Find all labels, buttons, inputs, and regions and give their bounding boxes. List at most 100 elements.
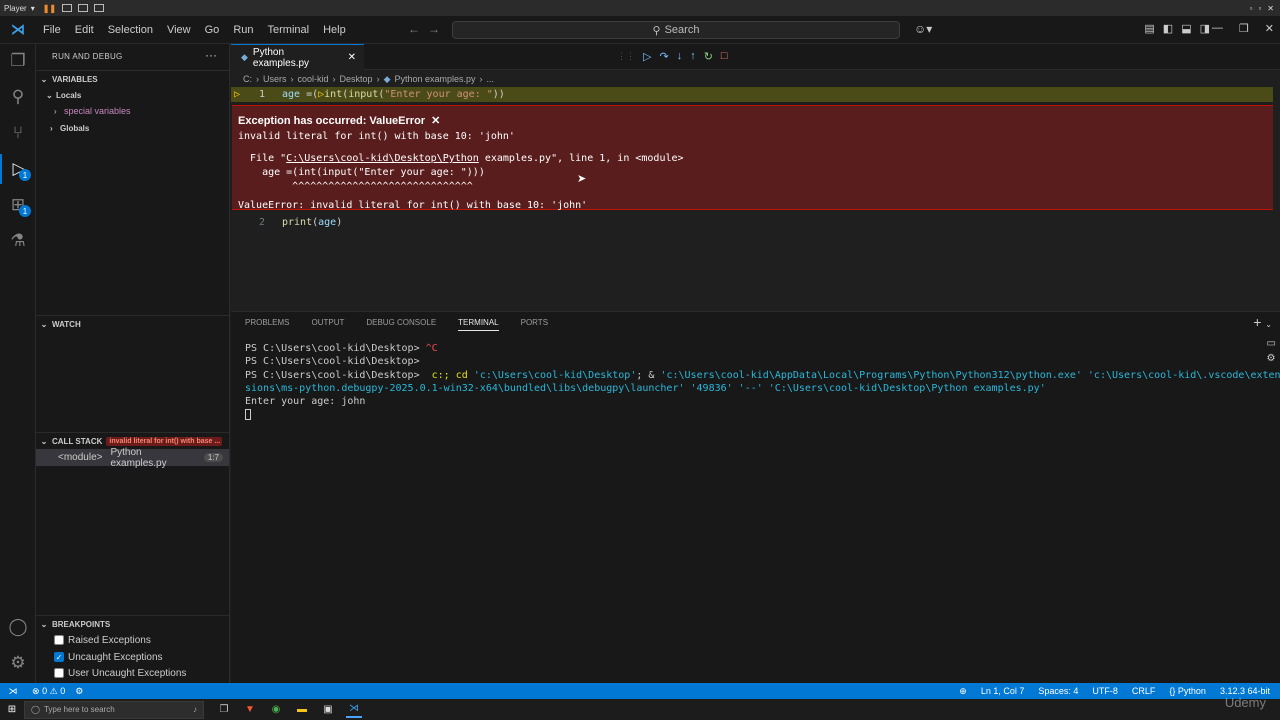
tab-output[interactable]: OUTPUT [311, 318, 344, 331]
terminal-output[interactable]: PS C:\Users\cool-kid\Desktop> ^C PS C:\U… [245, 342, 1280, 422]
menu-run[interactable]: Run [226, 24, 260, 36]
code-line-1[interactable]: ▷ 1 age =(▷int(input("Enter your age: ")… [231, 87, 1273, 102]
breadcrumb-user[interactable]: cool-kid [298, 74, 329, 84]
menu-selection[interactable]: Selection [101, 24, 160, 36]
command-center-search[interactable]: ⚲ Search [452, 21, 900, 39]
back-arrow-icon[interactable]: ← [408, 22, 428, 36]
toggle-panel-icon[interactable]: ⬓ [1181, 22, 1191, 35]
explorer-icon[interactable]: ❐ [0, 46, 36, 76]
task-view-icon[interactable]: ❐ [216, 702, 232, 718]
chevron-down-icon: ⌄ [40, 75, 48, 84]
vm-player-menu[interactable]: Player [0, 4, 31, 13]
breadcrumb-desktop[interactable]: Desktop [340, 74, 373, 84]
checkbox-unchecked[interactable] [54, 635, 64, 645]
language-mode[interactable]: {} Python [1169, 686, 1206, 696]
breakpoint-raised-exceptions[interactable]: Raised Exceptions [54, 632, 151, 648]
window-close-icon[interactable]: ✕ [1265, 22, 1274, 35]
close-tab-icon[interactable]: ✕ [348, 52, 356, 63]
exception-traceback: File "C:\Users\cool-kid\Desktop\Python e… [238, 152, 1267, 194]
zoom-icon[interactable]: ⊕ [959, 686, 967, 697]
close-icon[interactable]: ✕ [1267, 4, 1274, 13]
copilot-icon[interactable]: ☺▾ [914, 22, 932, 36]
accounts-icon[interactable]: ◯ [0, 612, 36, 642]
minimize-icon[interactable]: ▫ [1250, 4, 1253, 13]
window-minimize-icon[interactable]: — [1212, 22, 1223, 35]
editor-tab-python-examples[interactable]: ◆ Python examples.py ✕ [231, 44, 364, 70]
vm-screen-icon[interactable] [62, 4, 73, 12]
file-explorer-icon[interactable]: ▬ [294, 702, 310, 718]
menu-view[interactable]: View [160, 24, 198, 36]
maximize-icon[interactable]: ▫ [1258, 4, 1261, 13]
search-view-icon[interactable]: ⚲ [0, 82, 36, 112]
pause-icon[interactable]: ❚❚ [43, 4, 56, 13]
store-icon[interactable]: ▣ [320, 702, 336, 718]
checkbox-checked[interactable]: ✓ [54, 652, 64, 662]
problems-status[interactable]: ⊗ 0 ⚠ 0 [32, 686, 65, 697]
step-out-icon[interactable]: ↑ [690, 50, 696, 62]
globals-scope[interactable]: › Globals [50, 120, 89, 136]
step-over-icon[interactable]: ↷ [659, 50, 668, 63]
taskbar-search[interactable]: ◯ Type here to search ♪ [24, 700, 204, 719]
vm-devices-icon[interactable] [78, 4, 89, 12]
encoding[interactable]: UTF-8 [1092, 686, 1118, 696]
tab-terminal[interactable]: TERMINAL [458, 318, 499, 331]
stop-icon[interactable]: □ [721, 50, 728, 62]
drag-grip-icon[interactable]: ⋮⋮ [617, 51, 635, 62]
watch-section-header[interactable]: ⌄ WATCH [36, 315, 230, 333]
breadcrumb-file[interactable]: Python examples.py [394, 74, 475, 84]
indentation[interactable]: Spaces: 4 [1038, 686, 1078, 696]
menu-file[interactable]: File [36, 24, 68, 36]
source-control-icon[interactable]: ⑂ [0, 118, 36, 148]
tab-problems[interactable]: PROBLEMS [245, 318, 289, 331]
step-into-icon[interactable]: ↓ [677, 50, 683, 62]
cursor-position[interactable]: Ln 1, Col 7 [981, 686, 1025, 696]
terminal-shell-icon[interactable]: ▭ [1267, 338, 1276, 349]
debug-terminal-icon[interactable]: ⚙ [1267, 353, 1276, 364]
breakpoints-section-header[interactable]: ⌄ BREAKPOINTS [36, 615, 230, 633]
brave-browser-icon[interactable]: ▼ [242, 702, 258, 718]
menu-terminal[interactable]: Terminal [261, 24, 317, 36]
testing-icon[interactable]: ⚗ [0, 226, 36, 256]
code-line-2[interactable]: 2 print(age) [231, 215, 342, 230]
windows-start-icon[interactable]: ⊞ [0, 704, 24, 715]
breadcrumb-more[interactable]: ... [487, 74, 495, 84]
toggle-sidebar-icon[interactable]: ◧ [1163, 22, 1173, 35]
continue-icon[interactable]: ▷ [643, 50, 651, 63]
vm-fullscreen-icon[interactable] [94, 4, 105, 12]
extensions-icon[interactable]: ⊞ 1 [0, 190, 36, 220]
menu-help[interactable]: Help [316, 24, 353, 36]
token-fn: int [324, 89, 343, 100]
vscode-taskbar-icon[interactable]: ⋊ [346, 702, 362, 718]
end-of-line[interactable]: CRLF [1132, 686, 1156, 696]
restart-icon[interactable]: ↻ [704, 50, 713, 63]
locals-scope[interactable]: ⌄ Locals [46, 87, 81, 103]
call-stack-frame[interactable]: <module> Python examples.py 1:7 [36, 447, 229, 469]
more-actions-icon[interactable]: ··· [205, 48, 217, 62]
breadcrumb-drive[interactable]: C: [243, 74, 252, 84]
window-restore-icon[interactable]: ❐ [1239, 22, 1249, 35]
menu-go[interactable]: Go [198, 24, 227, 36]
tab-debug-console[interactable]: DEBUG CONSOLE [366, 318, 436, 331]
run-debug-icon[interactable]: ▷ 1 [0, 154, 36, 184]
new-terminal-icon[interactable]: + ⌄ [1253, 314, 1272, 330]
debug-status-icon[interactable]: ⚙ [75, 686, 83, 697]
forward-arrow-icon[interactable]: → [428, 22, 448, 36]
call-stack-header-label: CALL STACK [52, 437, 103, 446]
tab-ports[interactable]: PORTS [521, 318, 548, 331]
variables-section-header[interactable]: ⌄ VARIABLES [36, 70, 230, 88]
special-variables-node[interactable]: › special variables [54, 103, 131, 119]
trace-file-link[interactable]: C:\Users\cool-kid\Desktop\Python [286, 153, 479, 164]
watermark: Udemy [1224, 695, 1266, 710]
customize-layout-icon[interactable]: ▤ [1144, 22, 1154, 35]
menu-edit[interactable]: Edit [68, 24, 101, 36]
manage-gear-icon[interactable]: ⚙ [0, 648, 36, 678]
close-exception-icon[interactable]: ✕ [431, 114, 440, 127]
toggle-secondary-sidebar-icon[interactable]: ◨ [1200, 22, 1210, 35]
breakpoint-user-uncaught-exceptions[interactable]: User Uncaught Exceptions [54, 665, 186, 681]
breakpoint-uncaught-exceptions[interactable]: ✓ Uncaught Exceptions [54, 649, 163, 665]
chrome-browser-icon[interactable]: ◉ [268, 702, 284, 718]
remote-indicator-icon[interactable]: ⋊ [0, 683, 26, 699]
microphone-icon[interactable]: ♪ [193, 705, 197, 714]
checkbox-unchecked[interactable] [54, 668, 64, 678]
breadcrumb-users[interactable]: Users [263, 74, 287, 84]
